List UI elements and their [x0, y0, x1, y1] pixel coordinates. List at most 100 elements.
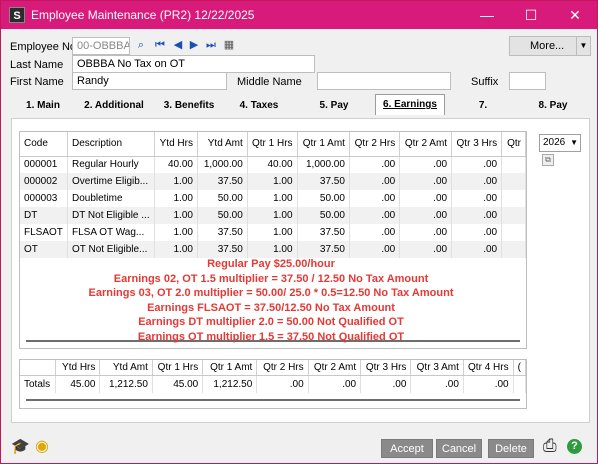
first-record-icon[interactable]: ⏮: [153, 38, 167, 52]
column-header: Qtr 3 Amt: [410, 360, 464, 376]
table-cell: .00: [399, 224, 453, 241]
delete-button[interactable]: Delete: [488, 439, 534, 458]
print-icon[interactable]: ⎙: [543, 436, 557, 456]
table-row[interactable]: 000003 Doubletime 1.00 50.00 1.00 50.00 …: [20, 190, 526, 207]
minimize-button[interactable]: —: [465, 1, 509, 29]
table-cell: [513, 375, 526, 393]
last-name-field[interactable]: OBBBA No Tax on OT: [72, 55, 315, 73]
first-name-field[interactable]: Randy: [72, 72, 227, 90]
tab-earnings[interactable]: 6. Earnings: [375, 94, 445, 115]
close-button[interactable]: ✕: [553, 1, 597, 29]
search-icon[interactable]: ⌕: [134, 38, 148, 52]
annotation-line: Regular Pay $25.00/hour: [207, 258, 335, 270]
more-button[interactable]: More... ▼: [509, 36, 591, 56]
maximize-button[interactable]: ☐: [509, 1, 553, 29]
tab-pay-defaults[interactable]: 5. Pay Defaults: [299, 97, 369, 129]
table-cell: .00: [451, 207, 503, 224]
table-cell: OT: [20, 241, 68, 258]
column-header[interactable]: Ytd Amt: [197, 132, 248, 157]
chevron-down-icon[interactable]: ▼: [576, 37, 590, 55]
table-cell: OT Not Eligible...: [67, 241, 155, 258]
table-row[interactable]: 000001 Regular Hourly 40.00 1,000.00 40.…: [20, 156, 526, 173]
column-header[interactable]: Qtr 2 Hrs: [349, 132, 401, 157]
middle-name-field[interactable]: [317, 72, 451, 90]
tab-strip: 1. Main 2. Additional 3. Benefits 4. Tax…: [19, 94, 584, 129]
table-cell: .00: [256, 375, 309, 393]
table-row[interactable]: FLSAOT FLSA OT Wag... 1.00 37.50 1.00 37…: [20, 224, 526, 241]
table-cell: DT: [20, 207, 68, 224]
help-icon[interactable]: ?: [567, 439, 582, 454]
employee-no-label: Employee No.: [10, 41, 80, 53]
totals-row: Totals 45.00 1,212.50 45.00 1,212.50 .00…: [20, 375, 526, 393]
tab-benefits[interactable]: 3. Benefits: [160, 97, 218, 115]
previous-record-icon[interactable]: ◀: [171, 38, 185, 52]
totals-grid[interactable]: Ytd Hrs Ytd Amt Qtr 1 Hrs Qtr 1 Amt Qtr …: [19, 359, 527, 409]
table-cell: .00: [349, 190, 401, 207]
table-row[interactable]: DT DT Not Eligible ... 1.00 50.00 1.00 5…: [20, 207, 526, 224]
column-header[interactable]: Ytd Hrs: [154, 132, 198, 157]
table-cell: [501, 224, 526, 241]
next-record-icon[interactable]: ▶: [187, 38, 201, 52]
column-header[interactable]: Description: [67, 132, 155, 157]
cancel-button[interactable]: Cancel: [436, 439, 482, 458]
column-header[interactable]: Code: [20, 132, 68, 157]
annotation-notes: Regular Pay $25.00/hour Earnings 02, OT …: [71, 257, 471, 344]
tab-additional[interactable]: 2. Additional: [81, 97, 147, 115]
table-cell: 1.00: [247, 224, 298, 241]
calendar-icon[interactable]: ▦: [222, 38, 236, 52]
accept-button[interactable]: Accept: [381, 439, 433, 458]
suffix-field[interactable]: [509, 72, 546, 90]
table-cell: [501, 156, 526, 173]
table-cell: 1,212.50: [99, 375, 153, 393]
table-cell: FLSAOT: [20, 224, 68, 241]
table-cell: 000002: [20, 173, 68, 190]
table-cell: .00: [399, 207, 453, 224]
footer-bar: 🎓 ◉ Accept Cancel Delete ⎙ ?: [1, 431, 597, 463]
column-header[interactable]: Qtr 2 Amt: [399, 132, 453, 157]
employee-maintenance-window: S Employee Maintenance (PR2) 12/22/2025 …: [0, 0, 598, 464]
column-header[interactable]: Qtr 1 Hrs: [247, 132, 298, 157]
last-record-icon[interactable]: ⏭: [204, 38, 218, 52]
table-row[interactable]: 000002 Overtime Eligib... 1.00 37.50 1.0…: [20, 173, 526, 190]
table-cell: 1,212.50: [202, 375, 258, 393]
table-cell: 50.00: [297, 190, 350, 207]
horizontal-scrollbar[interactable]: [26, 399, 520, 401]
column-header: Ytd Amt: [99, 360, 153, 376]
chrome-icon[interactable]: ◉: [35, 436, 49, 456]
table-cell: .00: [349, 241, 401, 258]
sage-app-icon: S: [9, 7, 25, 23]
column-header: Qtr 2 Hrs: [256, 360, 309, 376]
table-cell: .00: [349, 156, 401, 173]
table-cell: .00: [451, 224, 503, 241]
annotation-line: Earnings 03, OT 2.0 multiplier = 50.00/ …: [88, 287, 454, 299]
tab-taxes[interactable]: 4. Taxes: [235, 97, 283, 115]
tab-pay-history[interactable]: 8. Pay History: [522, 97, 584, 129]
table-row[interactable]: OT OT Not Eligible... 1.00 37.50 1.00 37…: [20, 241, 526, 258]
year-select[interactable]: 2026 ▼: [539, 134, 581, 152]
table-cell: Overtime Eligib...: [67, 173, 155, 190]
column-header: Qtr 1 Hrs: [152, 360, 204, 376]
column-header[interactable]: Qtr: [501, 132, 526, 157]
totals-table: Ytd Hrs Ytd Amt Qtr 1 Hrs Qtr 1 Amt Qtr …: [20, 360, 526, 393]
help-hat-icon[interactable]: 🎓: [11, 437, 30, 455]
earnings-table: Code Description Ytd Hrs Ytd Amt Qtr 1 H…: [20, 132, 526, 258]
table-cell: FLSA OT Wag...: [67, 224, 155, 241]
tab-deductions[interactable]: 7. Deductions: [451, 97, 515, 129]
column-header[interactable]: Qtr 3 Hrs: [451, 132, 503, 157]
annotation-line: Earnings OT multiplier 1.5 = 37.50 Not Q…: [137, 330, 405, 343]
chevron-down-icon[interactable]: ▼: [570, 135, 578, 151]
column-header: Qtr 2 Amt: [308, 360, 362, 376]
column-header[interactable]: Qtr 1 Amt: [297, 132, 350, 157]
table-cell: .00: [410, 375, 464, 393]
table-cell: 37.50: [197, 224, 248, 241]
table-cell: 45.00: [152, 375, 204, 393]
middle-name-label: Middle Name: [237, 76, 302, 88]
column-header: Qtr 3 Hrs: [360, 360, 412, 376]
table-cell: 1.00: [247, 207, 298, 224]
more-button-label: More...: [530, 40, 565, 52]
title-bar[interactable]: S Employee Maintenance (PR2) 12/22/2025 …: [1, 1, 597, 29]
table-cell: 1.00: [247, 190, 298, 207]
employee-no-field[interactable]: 00-OBBBA: [72, 37, 130, 55]
tab-main[interactable]: 1. Main: [19, 97, 67, 115]
copy-icon[interactable]: ⧉: [542, 154, 554, 166]
